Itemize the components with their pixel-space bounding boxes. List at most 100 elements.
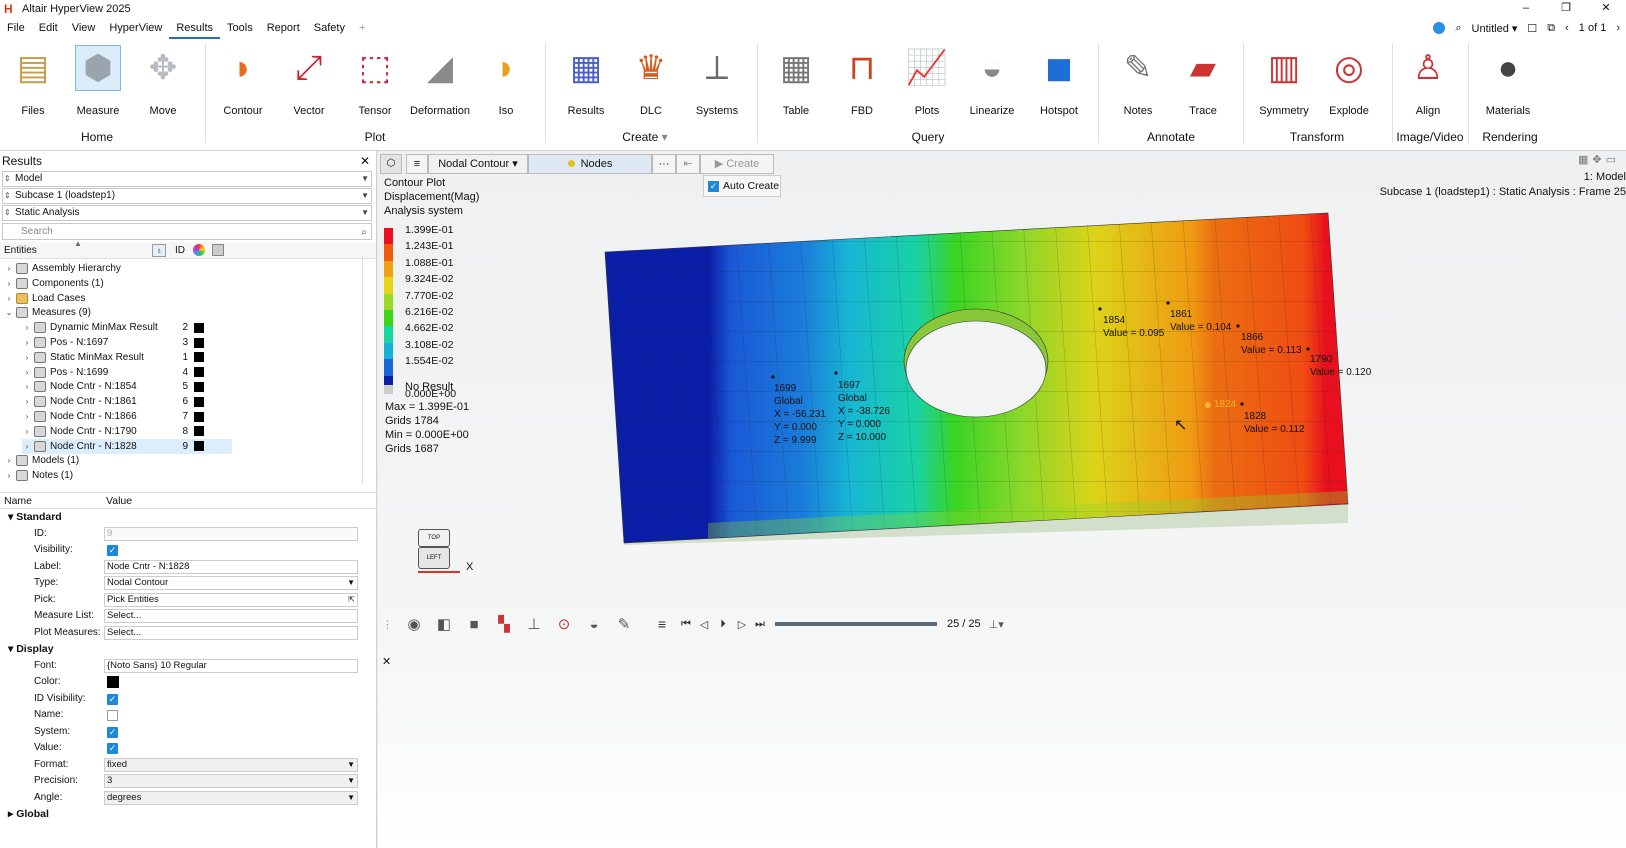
tree-item-measure[interactable]: › Dynamic MinMax Result 2 — [22, 320, 232, 335]
tree-item-color-swatch[interactable] — [194, 337, 204, 348]
close-window-button[interactable]: ✕ — [1586, 0, 1626, 17]
angle-select[interactable]: degrees ▼ — [104, 790, 358, 805]
section-standard[interactable]: ▾ Standard — [0, 509, 377, 526]
tree-item-color-swatch[interactable] — [194, 441, 204, 452]
anim-menu-icon[interactable]: ≡ — [647, 616, 677, 632]
tree-item-measure[interactable]: › Node Cntr - N:1861 6 — [22, 394, 232, 409]
group-create[interactable]: Create ▾ — [615, 130, 675, 144]
view-cube-top[interactable]: TOP — [418, 529, 450, 547]
section-display[interactable]: ▾ Display — [0, 641, 377, 658]
tool-align-button[interactable]: ♙ Align — [1398, 45, 1458, 117]
annotation-1790[interactable]: 1790 Value = 0.120 — [1310, 353, 1371, 379]
tool-move-button[interactable]: ✥ Move — [133, 45, 193, 117]
menu-results[interactable]: Results — [169, 17, 221, 39]
visibility-checkbox[interactable]: ✓ — [107, 545, 118, 556]
subcase-selector[interactable]: ⇕ Subcase 1 (loadstep1) ▼ — [2, 188, 372, 204]
material-column-icon[interactable] — [212, 244, 224, 256]
minimize-button[interactable]: – — [1506, 0, 1546, 17]
tree-item-color-swatch[interactable] — [194, 322, 204, 333]
expand-toggle-icon[interactable]: › — [22, 442, 32, 451]
expand-toggle-icon[interactable]: › — [22, 323, 32, 332]
tree-item-measure[interactable]: › Node Cntr - N:1866 7 — [22, 409, 232, 424]
expand-toggle-icon[interactable]: ⌄ — [4, 308, 14, 317]
session-dropdown[interactable]: Untitled ▾ — [1472, 22, 1518, 35]
add-tab-button[interactable]: + — [352, 17, 372, 39]
tree-group[interactable]: › Models (1) — [4, 453, 232, 468]
tree-group[interactable]: › Assembly Hierarchy — [4, 261, 232, 276]
speed-icon[interactable]: ⊥▾ — [989, 618, 1004, 631]
tool-contour-button[interactable]: ◗ Contour — [213, 45, 273, 118]
tool-hotspot-button[interactable]: ◼ Hotspot — [1029, 45, 1089, 117]
graphics-viewport[interactable]: ⬡ ≡ Nodal Contour ▾ Nodes ··· ⇤ ▶ Create… — [378, 151, 1626, 848]
play-icon[interactable]: ⏵ — [713, 618, 733, 631]
section-global[interactable]: ▸ Global — [0, 806, 377, 823]
zoom-icon[interactable]: ⊙ — [549, 615, 579, 633]
expand-toggle-icon[interactable]: › — [22, 338, 32, 347]
contour-view-icon[interactable]: ▚ — [489, 615, 519, 633]
fe-model-plate[interactable] — [378, 151, 1626, 848]
tool-table-button[interactable]: ▦ Table — [766, 45, 826, 117]
page-copy-icon[interactable]: ⧉ — [1547, 22, 1555, 35]
expand-toggle-icon[interactable]: › — [22, 412, 32, 421]
tree-item-color-swatch[interactable] — [194, 367, 204, 378]
annotation-1697[interactable]: 1697 Global X = -38.726 Y = 0.000 Z = 10… — [838, 379, 890, 444]
annotation-1866[interactable]: 1866 Value = 0.113 — [1241, 331, 1302, 357]
display-mode-icon[interactable]: ◉ — [399, 615, 429, 633]
tool-linearize-button[interactable]: ◒ Linearize — [962, 45, 1022, 118]
pick-field[interactable]: Pick Entities ⇱ — [104, 592, 358, 607]
value-checkbox[interactable]: ✓ — [107, 743, 118, 754]
close-viewport-panel[interactable]: ✕ — [382, 655, 391, 668]
tree-group[interactable]: › Components (1) — [4, 276, 232, 291]
tree-item-color-swatch[interactable] — [194, 426, 204, 437]
tree-item-color-swatch[interactable] — [194, 381, 204, 392]
view-cube[interactable]: TOP LEFT — [416, 529, 460, 573]
tree-item-measure[interactable]: › Pos - N:1697 3 — [22, 335, 232, 350]
search-input[interactable]: Search ⌕ — [2, 223, 372, 240]
tree-group[interactable]: › Notes (1) — [4, 468, 232, 483]
annotation-1699[interactable]: 1699 Global X = -56.231 Y = 0.000 Z = 9.… — [774, 382, 826, 447]
tree-scrollbar[interactable] — [362, 255, 372, 485]
pen-icon[interactable]: ✎ — [609, 615, 639, 633]
precision-select[interactable]: 3 ▼ — [104, 774, 358, 788]
drag-handle-icon[interactable]: ⋮ — [382, 618, 393, 631]
analysis-selector[interactable]: ⇕ Static Analysis ▼ — [2, 205, 372, 221]
format-select[interactable]: fixed ▼ — [104, 757, 358, 772]
restore-button[interactable]: ❐ — [1546, 0, 1586, 17]
last-frame-icon[interactable]: ⏭ — [751, 618, 769, 631]
tool-notes-button[interactable]: ✎ Notes — [1108, 45, 1168, 117]
model-selector[interactable]: ⇕ Model ▼ — [2, 171, 372, 187]
annotation-1861[interactable]: 1861 Value = 0.104 — [1170, 308, 1231, 334]
menu-tools[interactable]: Tools — [220, 17, 260, 39]
expand-toggle-icon[interactable]: › — [4, 471, 14, 480]
expand-toggle-icon[interactable]: › — [22, 382, 32, 391]
tree-group[interactable]: › Load Cases — [4, 291, 232, 306]
tool-vector-button[interactable]: ⤢ Vector — [279, 45, 339, 118]
tree-item-measure[interactable]: › Node Cntr - N:1828 9 — [22, 438, 232, 454]
tree-item-color-swatch[interactable] — [194, 411, 204, 422]
cube-icon[interactable]: ■ — [459, 616, 489, 633]
color-column-icon[interactable] — [193, 244, 205, 256]
tree-item-measure[interactable]: › Node Cntr - N:1854 5 — [22, 379, 232, 394]
id-column[interactable]: ID — [175, 245, 185, 256]
type-select[interactable]: Nodal Contour ▼ — [104, 576, 358, 590]
entities-column[interactable]: Entities — [0, 245, 37, 256]
menu-report[interactable]: Report — [260, 17, 307, 39]
menu-edit[interactable]: Edit — [32, 17, 65, 39]
tree-item-measure[interactable]: › Pos - N:1699 4 — [22, 365, 232, 380]
chat-icon[interactable] — [1433, 22, 1446, 34]
tool-symmetry-button[interactable]: ▥ Symmetry — [1254, 45, 1314, 117]
tool-files-button[interactable]: ▤ Files — [3, 45, 63, 117]
annotation-1854[interactable]: 1854 Value = 0.095 — [1103, 314, 1164, 340]
prev-frame-icon[interactable]: ◁ — [695, 618, 713, 631]
tree-item-measure[interactable]: › Node Cntr - N:1790 8 — [22, 424, 232, 439]
expand-toggle-icon[interactable]: › — [22, 427, 32, 436]
expand-toggle-icon[interactable]: › — [22, 353, 32, 362]
tree-item-measure[interactable]: › Static MinMax Result 1 — [22, 350, 232, 365]
frame-slider[interactable] — [775, 622, 937, 626]
tool-materials-button[interactable]: ● Materials — [1478, 45, 1538, 118]
first-frame-icon[interactable]: ⏮ — [677, 618, 695, 631]
tool-deformation-button[interactable]: ◢ Deformation — [410, 45, 470, 117]
name-checkbox[interactable] — [107, 710, 118, 721]
page-square-icon[interactable]: ☐ — [1527, 22, 1537, 35]
expand-toggle-icon[interactable]: › — [22, 368, 32, 377]
